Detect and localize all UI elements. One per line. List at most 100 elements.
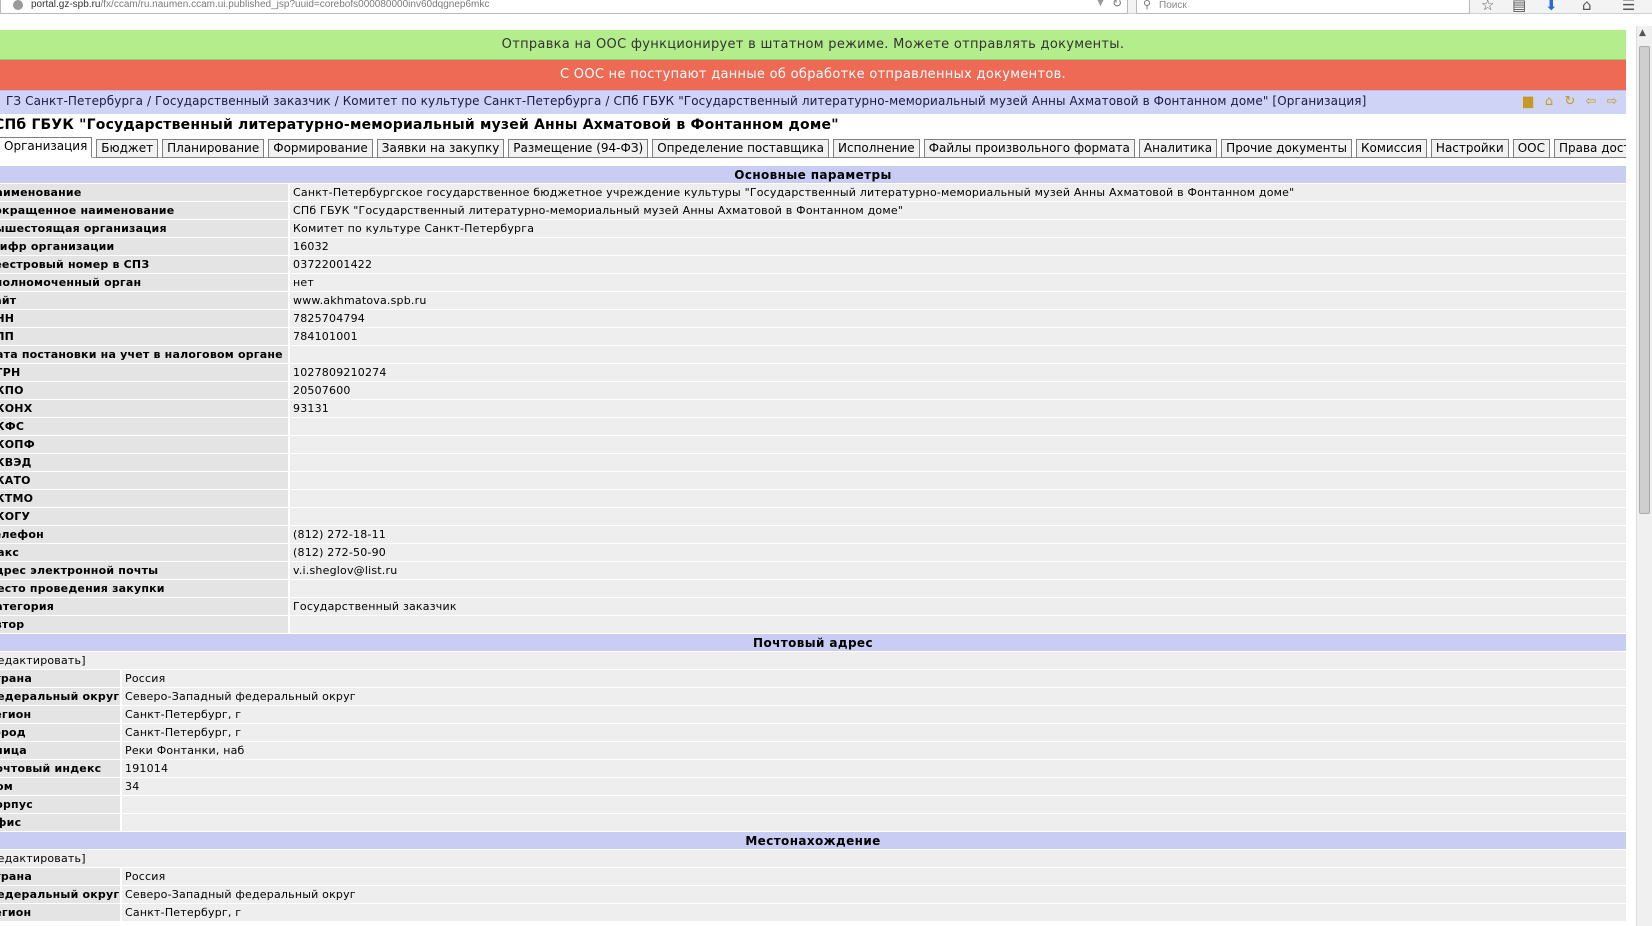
tab-4[interactable]: Формирование <box>268 139 373 158</box>
browser-toolbar: portal.gz-spb.ru/fx/ccam/ru.naumen.ccam.… <box>0 0 1652 14</box>
downloads-icon[interactable]: ⬇ <box>1545 0 1558 13</box>
tab-10[interactable]: Аналитика <box>1138 139 1218 158</box>
field-value: Россия <box>122 670 1626 687</box>
field-row: РегионСанкт-Петербург, г <box>0 706 1626 724</box>
field-label: Адрес электронной почты <box>0 562 290 579</box>
field-value: www.akhmatova.spb.ru <box>290 292 1626 309</box>
refresh-icon[interactable]: ↻ <box>1562 94 1578 109</box>
field-label: Автор <box>0 616 290 633</box>
tab-14[interactable]: ООС <box>1512 139 1550 158</box>
main-parameters-section: Основные параметры НаименованиеСанкт-Пет… <box>0 166 1626 634</box>
reload-icon[interactable]: ↻ <box>1112 0 1122 10</box>
field-label: ИНН <box>0 310 290 327</box>
field-row: ОКФС <box>0 418 1626 436</box>
field-value: Санкт-Петербург, г <box>122 724 1626 741</box>
field-value: Северо-Западный федеральный округ <box>122 886 1626 903</box>
field-value <box>122 814 1626 831</box>
url-dropdown-icon[interactable]: ▼ <box>1097 0 1104 8</box>
forward-arrow-icon[interactable]: ⇨ <box>1604 94 1620 109</box>
field-label: ОКАТО <box>0 472 290 489</box>
bookmarks-list-icon[interactable]: ▤ <box>1512 0 1526 13</box>
field-row: Реестровый номер в СПЗ 03722001422 <box>0 256 1626 274</box>
field-value: 7825704794 <box>290 310 1626 327</box>
field-row: Федеральный округСеверо-Западный федерал… <box>0 886 1626 904</box>
field-row: Федеральный округСеверо-Западный федерал… <box>0 688 1626 706</box>
field-row: Место проведения закупки <box>0 580 1626 598</box>
field-label: Дом <box>0 778 122 795</box>
field-value: 784101001 <box>290 328 1626 345</box>
back-arrow-icon[interactable]: ⇦ <box>1583 94 1599 109</box>
field-label: Страна <box>0 868 122 885</box>
field-value: 03722001422 <box>290 256 1626 273</box>
field-row: Почтовый индекс191014 <box>0 760 1626 778</box>
tab-8[interactable]: Исполнение <box>833 139 920 158</box>
edit-location-link[interactable]: [редактировать] <box>0 850 1626 868</box>
field-label: Сайт <box>0 292 290 309</box>
field-row: ОГРН1027809210274 <box>0 364 1626 382</box>
field-row: Корпус <box>0 796 1626 814</box>
field-label: Офис <box>0 814 122 831</box>
field-label: Регион <box>0 904 122 921</box>
field-label: КПП <box>0 328 290 345</box>
field-label: Наименование <box>0 184 290 201</box>
field-label: Вышестоящая организация <box>0 220 290 237</box>
tab-6[interactable]: Размещение (94-ФЗ) <box>508 139 649 158</box>
field-value: 20507600 <box>290 382 1626 399</box>
scrollbar-thumb[interactable] <box>1639 46 1650 514</box>
tab-1[interactable]: Организация <box>0 137 93 158</box>
field-row: ГородСанкт-Петербург, г <box>0 724 1626 742</box>
field-row: Факс(812) 272-50-90 <box>0 544 1626 562</box>
field-row: СтранаРоссия <box>0 670 1626 688</box>
breadcrumb[interactable]: ГЗ Санкт-Петербурга / Государственный за… <box>6 94 1366 108</box>
address-bar[interactable]: portal.gz-spb.ru/fx/ccam/ru.naumen.ccam.… <box>0 0 1128 14</box>
tab-9[interactable]: Файлы произвольного формата <box>923 139 1135 158</box>
field-label: Сокращенное наименование <box>0 202 290 219</box>
field-label: Уполномоченный орган <box>0 274 290 291</box>
scroll-up-icon[interactable]: ▲ <box>1639 28 1646 38</box>
field-row: Адрес электронной почты v.i.sheglov@list.… <box>0 562 1626 580</box>
tab-12[interactable]: Комиссия <box>1355 139 1427 158</box>
tab-3[interactable]: Планирование <box>162 139 265 158</box>
field-label: Дата постановки на учет в налоговом орга… <box>0 346 290 363</box>
search-icon: ⚲ <box>1143 0 1152 11</box>
edit-postal-address-link[interactable]: [редактировать] <box>0 652 1626 670</box>
tab-11[interactable]: Прочие документы <box>1221 139 1352 158</box>
field-row: РегионСанкт-Петербург, г <box>0 904 1626 922</box>
site-identity-icon[interactable] <box>13 0 23 10</box>
tab-5[interactable]: Заявки на закупку <box>376 139 505 158</box>
tab-2[interactable]: Бюджет <box>96 139 159 158</box>
section-header: Местонахождение <box>0 832 1626 850</box>
field-label: ОКВЭД <box>0 454 290 471</box>
field-row: Сайтwww.akhmatova.spb.ru <box>0 292 1626 310</box>
field-label: Город <box>0 724 122 741</box>
tab-13[interactable]: Настройки <box>1430 139 1509 158</box>
field-row: ОКАТО <box>0 472 1626 490</box>
field-row: ОКТМО <box>0 490 1626 508</box>
browser-search-box[interactable]: ⚲ Поиск <box>1136 0 1470 14</box>
field-value: 93131 <box>290 400 1626 417</box>
tab-7[interactable]: Определение поставщика <box>652 139 829 158</box>
field-row: ОКВЭД <box>0 454 1626 472</box>
field-value: 191014 <box>122 760 1626 777</box>
field-value: Россия <box>122 868 1626 885</box>
field-value: v.i.sheglov@list.ru <box>290 562 1626 579</box>
tab-15[interactable]: Права доступа <box>1553 139 1626 158</box>
oos-status-ok-banner: Отправка на ООС функционирует в штатном … <box>0 30 1626 60</box>
menu-icon[interactable]: ☰ <box>1622 0 1635 13</box>
folder-icon[interactable]: ▆ <box>1520 94 1536 109</box>
field-row: ОКПО20507600 <box>0 382 1626 400</box>
page-scrollbar[interactable]: ▲ <box>1636 26 1652 926</box>
field-value: Реки Фонтанки, наб <box>122 742 1626 759</box>
field-label: ОКОГУ <box>0 508 290 525</box>
field-label: Улица <box>0 742 122 759</box>
field-row: КПП784101001 <box>0 328 1626 346</box>
field-value <box>290 508 1626 525</box>
bookmark-star-icon[interactable]: ☆ <box>1481 0 1494 13</box>
home-icon[interactable]: ⌂ <box>1541 94 1557 109</box>
field-value: (812) 272-50-90 <box>290 544 1626 561</box>
field-label: ОКТМО <box>0 490 290 507</box>
home-page-icon[interactable]: ⌂ <box>1582 0 1592 13</box>
field-value: Санкт-Петербургское государственное бюдж… <box>290 184 1626 201</box>
field-label: Место проведения закупки <box>0 580 290 597</box>
field-value <box>290 418 1626 435</box>
